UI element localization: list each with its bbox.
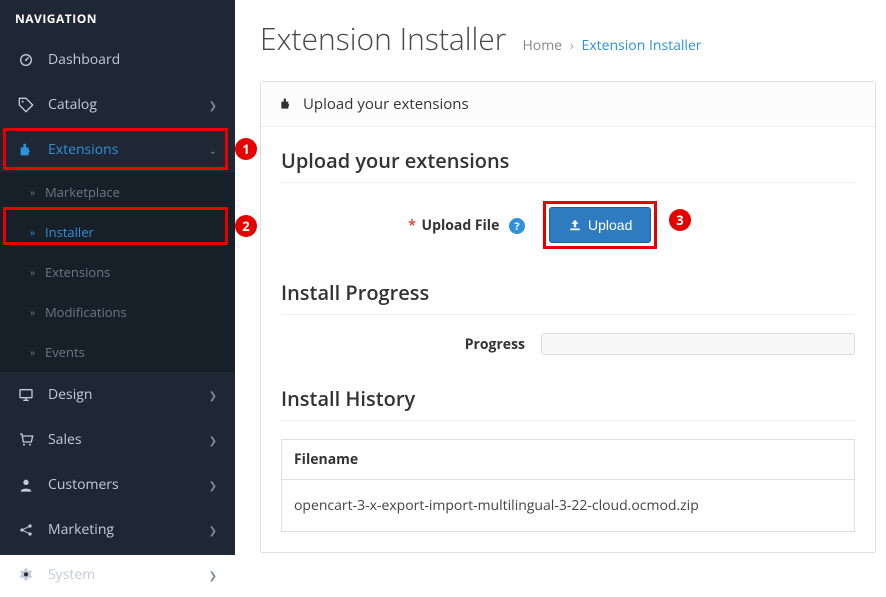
cart-icon [18,432,38,448]
sidebar-item-customers[interactable]: Customers ❯ [0,462,235,507]
sidebar-subitem-extensions[interactable]: » Extensions [0,252,235,292]
upload-control: Upload 3 [541,201,855,249]
sidebar-item-label: Marketing [48,520,209,539]
annotation-badge-1: 1 [235,138,257,160]
chevron-right-icon: ❯ [209,98,217,112]
sidebar-item-label: Catalog [48,95,209,114]
col-filename-header: Filename [282,440,855,480]
dashboard-icon [18,52,38,68]
chevron-right-icon: ❯ [209,388,217,402]
divider [281,314,855,315]
double-chevron-icon: » [30,345,35,359]
progress-row: Progress [281,333,855,355]
sidebar: NAVIGATION Dashboard Catalog ❯ 1 Extensi… [0,0,235,555]
sidebar-item-label: Dashboard [48,50,217,69]
nav-header: NAVIGATION [0,0,235,37]
sidebar-item-label: Extensions [48,140,209,159]
sidebar-item-label: Customers [48,475,209,494]
sidebar-item-label: Design [48,385,209,404]
chevron-down-icon: ⌄ [209,143,217,157]
required-asterisk: * [408,216,416,235]
desktop-icon [18,387,38,403]
chevron-right-icon: ❯ [209,523,217,537]
page-header: Extension Installer Home › Extension Ins… [260,0,876,81]
progress-section-title: Install Progress [281,279,855,306]
history-section-title: Install History [281,385,855,412]
progress-bar [541,333,855,355]
user-icon [18,477,38,493]
table-row: opencart-3-x-export-import-multilingual-… [282,480,855,532]
puzzle-icon [279,97,293,111]
sidebar-item-system[interactable]: System ❯ [0,552,235,597]
upload-section-title: Upload your extensions [281,147,855,174]
page-title: Extension Installer [260,18,506,59]
upload-button-label: Upload [588,217,632,233]
divider [281,182,855,183]
table-header-row: Filename [282,440,855,480]
sidebar-subitem-installer[interactable]: » Installer [0,212,235,252]
main-content: Extension Installer Home › Extension Ins… [235,0,886,555]
sidebar-subitem-modifications[interactable]: » Modifications [0,292,235,332]
sidebar-subitem-label: Modifications [45,303,127,321]
main-panel: Upload your extensions Upload your exten… [260,81,876,553]
annotation-badge-2: 2 [235,215,257,237]
sidebar-subitem-label: Events [45,343,85,361]
sidebar-item-catalog[interactable]: Catalog ❯ [0,82,235,127]
annotation-badge-3: 3 [669,209,691,231]
upload-row: * Upload File ? Upload 3 [281,201,855,249]
sidebar-submenu-extensions: » Marketplace 2 » Installer » Extensions… [0,172,235,372]
tag-icon [18,97,38,113]
progress-label: Progress [281,335,541,354]
sidebar-item-label: System [48,565,209,584]
breadcrumb-home[interactable]: Home [522,36,562,55]
divider [281,420,855,421]
sidebar-subitem-label: Marketplace [45,183,120,201]
sidebar-item-design[interactable]: Design ❯ [0,372,235,417]
sidebar-subitem-label: Installer [45,223,94,241]
puzzle-icon [18,142,38,158]
annotation-box-3: Upload [543,201,657,249]
sidebar-item-marketing[interactable]: Marketing ❯ [0,507,235,552]
filename-cell: opencart-3-x-export-import-multilingual-… [282,480,855,532]
breadcrumb: Home › Extension Installer [522,36,701,55]
chevron-right-icon: ❯ [209,568,217,582]
breadcrumb-current[interactable]: Extension Installer [582,36,702,55]
panel-heading: Upload your extensions [261,82,875,127]
upload-label-text: Upload File [422,216,500,235]
panel-heading-text: Upload your extensions [303,94,469,114]
upload-icon [568,218,582,232]
upload-button[interactable]: Upload [549,207,651,243]
sidebar-subitem-events[interactable]: » Events [0,332,235,372]
chevron-right-icon: ❯ [209,478,217,492]
double-chevron-icon: » [30,265,35,279]
breadcrumb-separator: › [570,36,574,55]
help-icon[interactable]: ? [509,218,525,234]
gear-icon [18,567,38,583]
panel-body: Upload your extensions * Upload File ? U… [261,127,875,552]
history-table: Filename opencart-3-x-export-import-mult… [281,439,855,532]
sidebar-subitem-label: Extensions [45,263,110,281]
upload-label: * Upload File ? [281,216,541,235]
double-chevron-icon: » [30,305,35,319]
sidebar-item-sales[interactable]: Sales ❯ [0,417,235,462]
sidebar-subitem-marketplace[interactable]: » Marketplace [0,172,235,212]
sidebar-item-extensions[interactable]: Extensions ⌄ [0,127,235,172]
sidebar-item-dashboard[interactable]: Dashboard [0,37,235,82]
double-chevron-icon: » [30,225,35,239]
chevron-right-icon: ❯ [209,433,217,447]
double-chevron-icon: » [30,185,35,199]
share-icon [18,522,38,538]
sidebar-item-label: Sales [48,430,209,449]
